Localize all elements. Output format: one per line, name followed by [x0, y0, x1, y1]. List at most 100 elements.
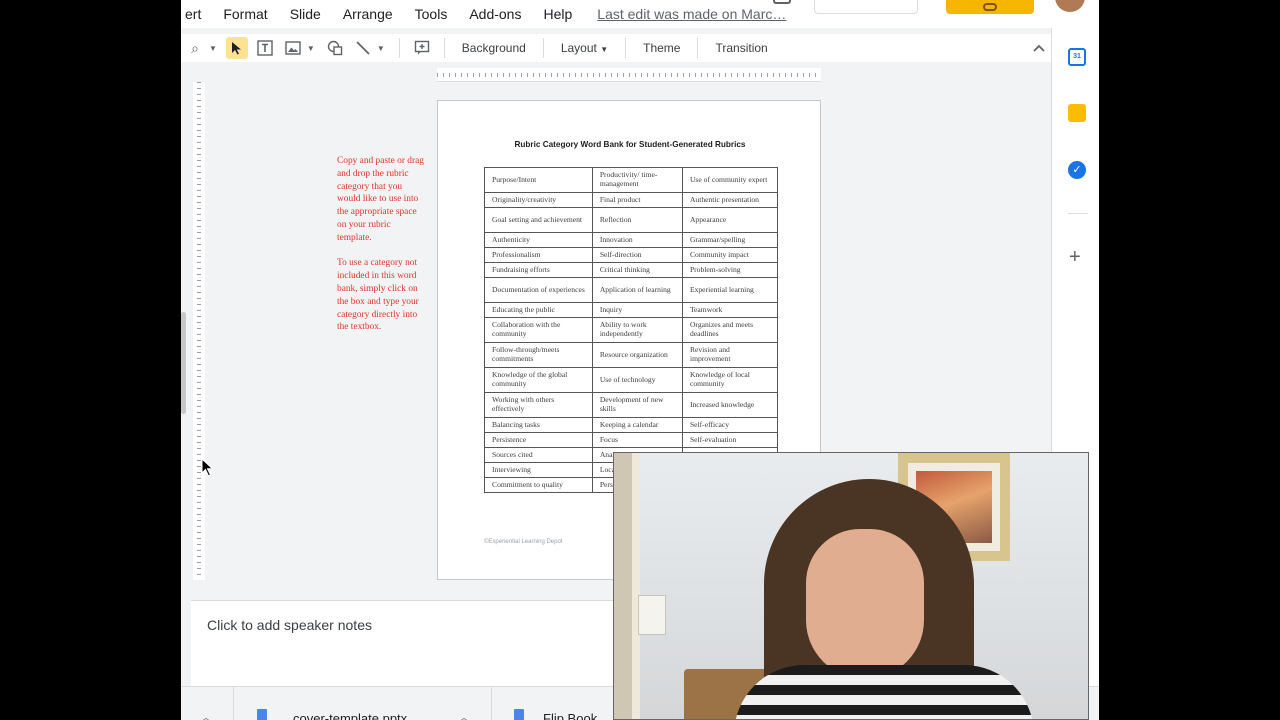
table-cell[interactable]: Originality/creativity — [484, 192, 593, 208]
table-cell[interactable]: Focus — [591, 432, 683, 448]
table-cell[interactable]: Goal setting and achievement — [484, 207, 593, 233]
chevron-up-icon[interactable]: ︿ — [459, 709, 469, 720]
add-comment-icon[interactable] — [411, 37, 433, 59]
table-cell[interactable]: Revision and improvement — [681, 342, 779, 368]
table-cell[interactable]: Productivity/ time-management — [591, 167, 683, 193]
image-icon[interactable] — [282, 37, 304, 59]
menu-insert[interactable]: ert — [185, 6, 212, 22]
table-cell[interactable]: Self-direction — [591, 247, 683, 263]
table-row: Persistence Focus Self-evaluation — [484, 432, 779, 448]
filmstrip-scrollbar[interactable] — [181, 312, 186, 414]
table-cell[interactable]: Use of technology — [591, 367, 683, 393]
share-button[interactable] — [946, 0, 1034, 14]
table-cell[interactable]: Collaboration with the community — [484, 317, 593, 343]
table-cell[interactable]: Authentic presentation — [681, 192, 779, 208]
table-cell[interactable]: Persistence — [484, 432, 593, 448]
table-cell[interactable]: Balancing tasks — [484, 417, 593, 433]
table-cell[interactable]: Resource organization — [591, 342, 683, 368]
chevron-up-icon[interactable] — [1033, 41, 1045, 55]
table-cell[interactable]: Appearance — [681, 207, 779, 233]
tasks-icon[interactable]: ✓ — [1068, 161, 1086, 179]
table-cell[interactable]: Authenticity — [484, 232, 593, 248]
present-button[interactable] — [814, 0, 918, 14]
table-cell[interactable]: Educating the public — [484, 302, 593, 318]
table-cell[interactable]: Teamwork — [681, 302, 779, 318]
layout-label: Layout — [560, 41, 597, 55]
table-cell[interactable]: Use of community expert — [681, 167, 779, 193]
table-row: Documentation of experiences Application … — [484, 277, 779, 303]
chevron-down-icon[interactable]: ▼ — [209, 44, 217, 53]
menu-add-ons[interactable]: Add-ons — [458, 6, 532, 22]
zoom-icon[interactable]: ⌕ — [184, 37, 206, 59]
table-cell[interactable]: Knowledge of the global community — [484, 367, 593, 393]
text-box-icon[interactable] — [254, 37, 276, 59]
table-cell[interactable]: Sources cited — [484, 447, 593, 463]
download-item-name[interactable]: Flip Book — [543, 711, 597, 720]
table-row: Goal setting and achievement Reflection Ap… — [484, 207, 779, 233]
transition-button[interactable]: Transition — [706, 41, 776, 55]
chevron-down-icon[interactable]: ▼ — [307, 44, 315, 53]
table-cell[interactable]: Self-evaluation — [681, 432, 779, 448]
menu-arrange[interactable]: Arrange — [332, 6, 404, 22]
person-face — [806, 529, 924, 679]
table-cell[interactable]: Reflection — [591, 207, 683, 233]
last-edit-link[interactable]: Last edit was made on Marc… — [597, 6, 786, 22]
comments-icon[interactable] — [773, 0, 791, 4]
slide-title[interactable]: Rubric Category Word Bank for Student-Ge… — [438, 140, 822, 149]
download-item-name[interactable]: cover-template.pptx — [293, 711, 407, 720]
table-row: Authenticity Innovation Grammar/spelling — [484, 232, 779, 248]
table-cell[interactable]: Follow-through/meets commitments — [484, 342, 593, 368]
shape-icon[interactable] — [324, 37, 346, 59]
theme-button[interactable]: Theme — [634, 41, 689, 55]
table-cell[interactable]: Community impact — [681, 247, 779, 263]
table-cell[interactable]: Fundraising efforts — [484, 262, 593, 278]
line-icon[interactable] — [352, 37, 374, 59]
door — [632, 453, 640, 719]
downloads-divider — [233, 687, 234, 720]
speaker-notes-placeholder: Click to add speaker notes — [207, 617, 372, 633]
table-cell[interactable]: Self-efficacy — [681, 417, 779, 433]
avatar[interactable] — [1055, 0, 1085, 12]
menu-format[interactable]: Format — [212, 6, 278, 22]
table-cell[interactable]: Documentation of experiences — [484, 277, 593, 303]
menu-slide[interactable]: Slide — [279, 6, 332, 22]
table-cell[interactable]: Inquiry — [591, 302, 683, 318]
menu-tools[interactable]: Tools — [404, 6, 459, 22]
table-cell[interactable]: Final product — [591, 192, 683, 208]
table-cell[interactable]: Development of new skills — [591, 392, 683, 418]
table-cell[interactable]: Increased knowledge — [681, 392, 779, 418]
table-cell[interactable]: Ability to work independently — [591, 317, 683, 343]
table-cell[interactable]: Problem-solving — [681, 262, 779, 278]
table-cell[interactable]: Keeping a calendar — [591, 417, 683, 433]
instructions-textbox[interactable]: Copy and paste or drag and drop the rubr… — [337, 155, 427, 347]
table-cell[interactable]: Experiential learning — [681, 277, 779, 303]
chevron-up-icon[interactable]: ︿ — [201, 709, 211, 720]
table-cell[interactable]: Grammar/spelling — [681, 232, 779, 248]
plus-icon[interactable]: + — [1069, 246, 1081, 269]
mouse-cursor-icon — [201, 458, 214, 477]
table-cell[interactable]: Commitment to quality — [484, 477, 593, 493]
toolbar-divider — [443, 38, 445, 58]
table-row: Educating the public Inquiry Teamwork — [484, 302, 779, 318]
select-cursor-icon[interactable] — [225, 37, 248, 59]
table-cell[interactable]: Critical thinking — [591, 262, 683, 278]
calendar-icon[interactable]: 31 — [1068, 48, 1086, 66]
table-cell[interactable]: Knowledge of local community — [681, 367, 779, 393]
table-cell[interactable]: Application of learning — [591, 277, 683, 303]
toolbar: ⌕ ▼ ▼ ▼ Background Layout ▼ Theme Transi… — [181, 34, 1051, 62]
layout-button[interactable]: Layout ▼ — [552, 41, 617, 55]
chevron-down-icon[interactable]: ▼ — [377, 44, 385, 53]
table-cell[interactable]: Interviewing — [484, 462, 593, 478]
table-cell[interactable]: Working with others effectively — [484, 392, 593, 418]
table-cell[interactable]: Professionalism — [484, 247, 593, 263]
file-icon — [514, 709, 524, 720]
keep-icon[interactable] — [1068, 104, 1086, 122]
light-switch — [638, 595, 666, 635]
background-button[interactable]: Background — [453, 41, 535, 55]
side-panel-divider — [1068, 213, 1088, 214]
table-cell[interactable]: Organizes and meets deadlines — [681, 317, 779, 343]
table-cell[interactable]: Innovation — [591, 232, 683, 248]
menu-help[interactable]: Help — [532, 6, 583, 22]
table-cell[interactable]: Purpose/Intent — [484, 167, 593, 193]
downloads-divider — [491, 687, 492, 720]
